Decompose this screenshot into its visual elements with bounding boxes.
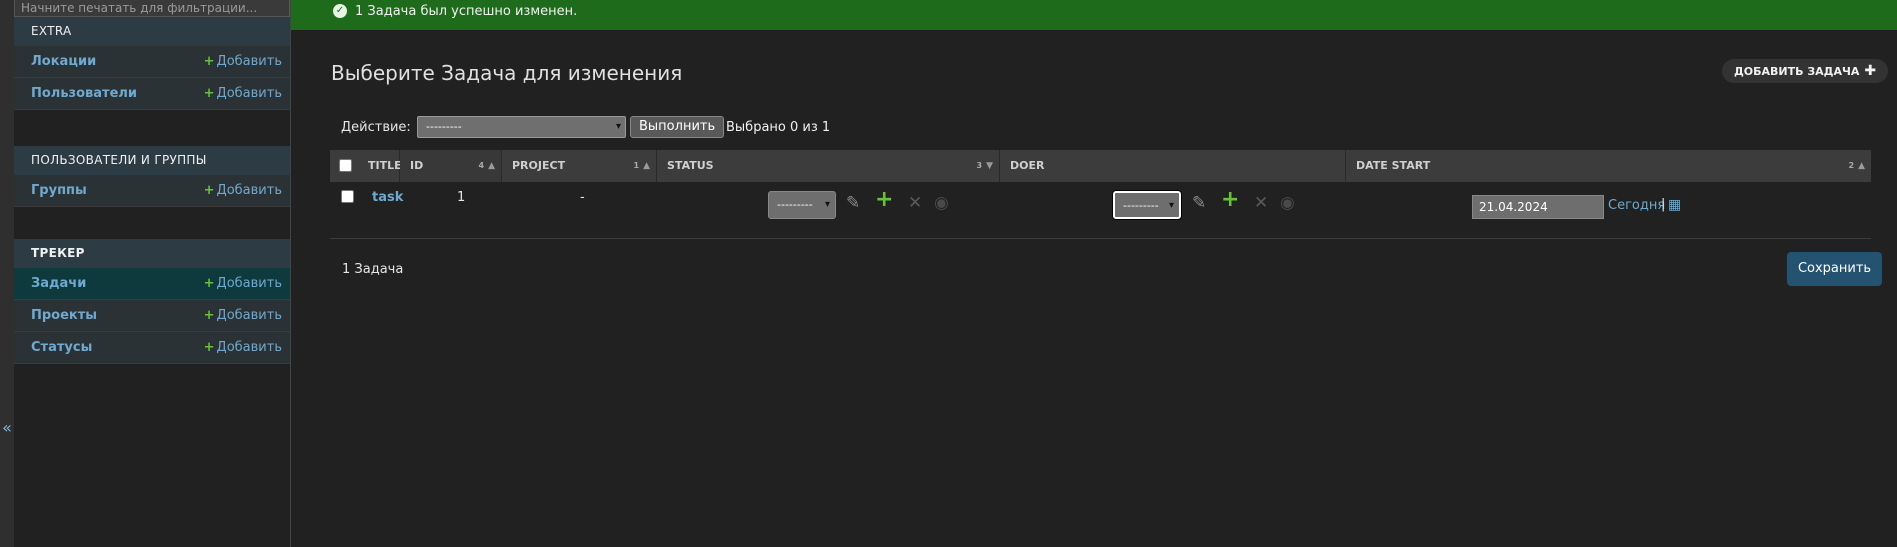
separator: |	[1661, 197, 1666, 212]
task-title-link[interactable]: task	[372, 190, 403, 205]
status-select[interactable]: --------- ▾	[768, 191, 836, 219]
run-action-button[interactable]: Выполнить	[630, 116, 725, 138]
check-icon: ✓	[333, 4, 347, 18]
add-status-icon[interactable]: +	[875, 189, 893, 211]
plus-icon: +	[203, 340, 215, 355]
module-caption-tracker: ТРЕКЕР	[14, 239, 290, 268]
sidebar-item-label[interactable]: Локации	[31, 54, 96, 69]
plus-icon: +	[203, 276, 215, 291]
date-start-input[interactable]: 21.04.2024	[1472, 195, 1604, 219]
sidebar-item-projects[interactable]: Проекты + Добавить	[14, 300, 290, 332]
sidebar-item-statuses[interactable]: Статусы + Добавить	[14, 332, 290, 364]
add-location-link[interactable]: + Добавить	[204, 54, 282, 69]
sidebar-item-label[interactable]: Проекты	[31, 308, 97, 323]
table-header: TITLE ID 4 ▲ PROJECT 1 ▲ STATUS 3 ▼ DOER DATE …	[330, 150, 1871, 182]
add-project-link[interactable]: + Добавить	[204, 308, 282, 323]
module-caption-extra: EXTRA	[14, 17, 290, 46]
sort-asc-icon[interactable]: ▲	[643, 161, 650, 171]
save-button[interactable]: Сохранить	[1787, 252, 1882, 286]
plus-icon: +	[203, 54, 215, 69]
sidebar: Начните печатать для фильтрации... EXTRA…	[14, 0, 291, 547]
add-doer-icon[interactable]: +	[1221, 189, 1239, 211]
selection-counter: Выбрано 0 из 1	[726, 120, 831, 135]
calendar-icon[interactable]: ▦	[1668, 197, 1681, 213]
task-project: -	[580, 190, 585, 205]
row-checkbox[interactable]	[341, 190, 354, 203]
add-user-link[interactable]: + Добавить	[204, 86, 282, 101]
add-group-link[interactable]: + Добавить	[204, 183, 282, 198]
column-title[interactable]: TITLE	[358, 150, 402, 182]
view-doer-icon[interactable]: ◉	[1280, 193, 1295, 213]
success-message: ✓ 1 Задача был успешно изменен.	[291, 0, 1897, 30]
delete-status-icon[interactable]: ✕	[908, 193, 922, 213]
edit-status-icon[interactable]: ✎	[846, 193, 860, 213]
sidebar-item-label[interactable]: Группы	[31, 183, 87, 198]
plus-icon: +	[203, 183, 215, 198]
today-link[interactable]: Сегодня	[1608, 198, 1665, 213]
sort-asc-icon[interactable]: ▲	[488, 161, 495, 171]
column-date-start[interactable]: DATE START 2 ▲	[1346, 150, 1871, 182]
sidebar-item-label[interactable]: Задачи	[31, 276, 86, 291]
chevron-down-icon: ▾	[1168, 200, 1174, 211]
task-id: 1	[457, 190, 466, 205]
select-all-checkbox[interactable]	[339, 159, 352, 172]
sort-priority[interactable]: 3 ▼	[977, 150, 994, 182]
column-project[interactable]: PROJECT 1 ▲	[502, 150, 657, 182]
sort-priority[interactable]: 2 ▲	[1849, 150, 1866, 182]
page-title: Выберите Задача для изменения	[331, 61, 683, 85]
view-status-icon[interactable]: ◉	[934, 193, 949, 213]
doer-select[interactable]: --------- ▾	[1113, 191, 1181, 219]
delete-doer-icon[interactable]: ✕	[1254, 193, 1268, 213]
edit-doer-icon[interactable]: ✎	[1192, 193, 1206, 213]
sort-priority[interactable]: 1 ▲	[634, 150, 651, 182]
sidebar-item-tasks[interactable]: Задачи + Добавить	[14, 268, 290, 300]
sidebar-item-users[interactable]: Пользователи + Добавить	[14, 78, 290, 110]
table-row: task 1 - --------- ▾ ✎ + ✕ ◉ --------- ▾ ✎…	[330, 182, 1871, 239]
add-status-link[interactable]: + Добавить	[204, 340, 282, 355]
plus-icon: +	[203, 86, 215, 101]
column-doer[interactable]: DOER	[1000, 150, 1346, 182]
column-status[interactable]: STATUS 3 ▼	[657, 150, 1000, 182]
sidebar-item-groups[interactable]: Группы + Добавить	[14, 175, 290, 207]
action-select[interactable]: --------- ▾	[417, 116, 626, 138]
chevron-down-icon: ▾	[615, 121, 621, 132]
result-count: 1 Задача	[342, 262, 404, 277]
sort-asc-icon[interactable]: ▲	[1858, 161, 1865, 171]
sidebar-toggle-button[interactable]: «	[0, 418, 14, 437]
action-label: Действие:	[341, 120, 411, 135]
sidebar-item-locations[interactable]: Локации + Добавить	[14, 46, 290, 78]
module-caption-users-groups: ПОЛЬЗОВАТЕЛИ И ГРУППЫ	[14, 146, 290, 175]
sort-desc-icon[interactable]: ▼	[986, 161, 993, 171]
add-task-button[interactable]: ДОБАВИТЬ ЗАДАЧА ✚	[1722, 59, 1889, 83]
sidebar-item-label[interactable]: Статусы	[31, 340, 92, 355]
plus-icon: ✚	[1864, 63, 1877, 79]
sidebar-filter-input[interactable]: Начните печатать для фильтрации...	[14, 0, 290, 17]
sidebar-edge	[0, 0, 14, 547]
sort-priority[interactable]: 4 ▲	[479, 150, 496, 182]
success-message-text: 1 Задача был успешно изменен.	[355, 4, 578, 19]
column-id[interactable]: ID 4 ▲	[400, 150, 502, 182]
chevron-down-icon: ▾	[824, 199, 830, 210]
add-task-link[interactable]: + Добавить	[204, 276, 282, 291]
sidebar-item-label[interactable]: Пользователи	[31, 86, 137, 101]
plus-icon: +	[203, 308, 215, 323]
